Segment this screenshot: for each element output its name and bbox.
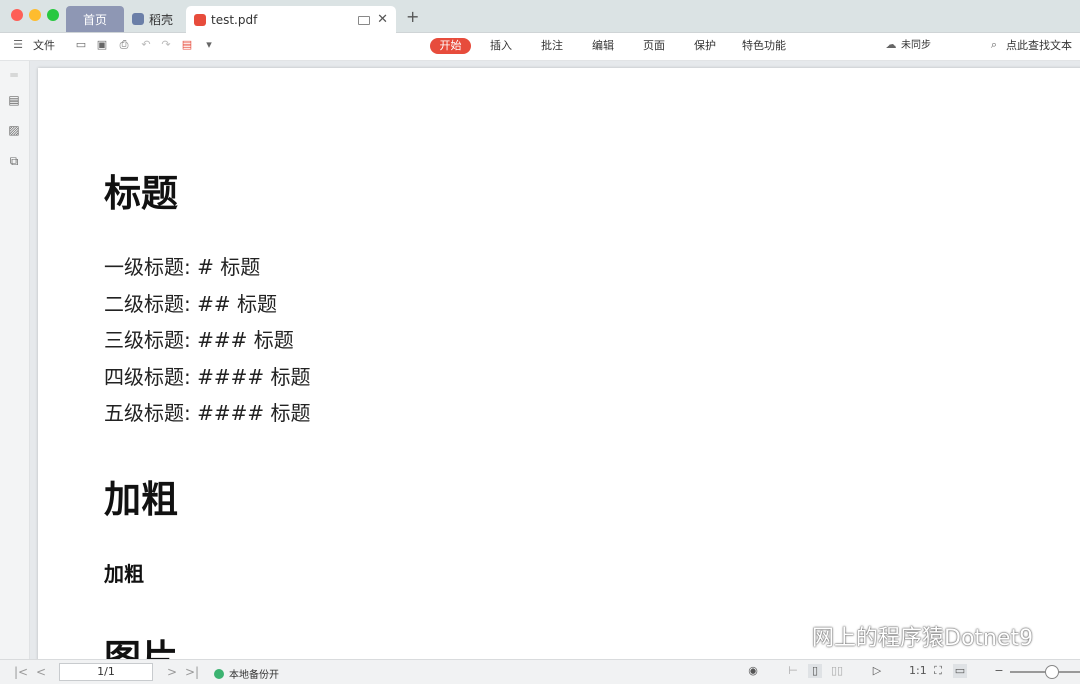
page-number-input[interactable]: 1/1 xyxy=(59,663,153,681)
undo-icon[interactable]: ↶ xyxy=(140,39,152,51)
backup-status[interactable]: 本地备份开 xyxy=(214,666,279,681)
heading-bold: 加粗 xyxy=(104,478,178,521)
export-pdf-icon[interactable]: ▤ xyxy=(181,39,193,51)
fit-width-icon[interactable]: ⊢ xyxy=(786,664,800,678)
document-area[interactable]: 标题 一级标题: # 标题 二级标题: ## 标题 三级标题: ### 标题 四… xyxy=(30,61,1080,659)
print-icon[interactable]: ⎙ xyxy=(118,39,130,51)
drag-handle-icon[interactable]: ═ xyxy=(7,68,21,82)
search-icon[interactable]: ⌕ xyxy=(988,39,1000,51)
zoom-out-icon[interactable]: − xyxy=(992,664,1006,678)
tab-home[interactable]: 首页 xyxy=(66,6,124,32)
actual-size-icon[interactable]: 1:1 xyxy=(909,664,927,678)
last-page-icon[interactable]: >| xyxy=(185,665,199,679)
text-line: 三级标题: ### 标题 xyxy=(104,328,294,352)
new-tab-icon[interactable]: + xyxy=(406,7,419,26)
left-sidebar: ═ ▤ ▨ ⧉ xyxy=(0,61,30,659)
redo-icon[interactable]: ↷ xyxy=(160,39,172,51)
sync-status[interactable]: 未同步 xyxy=(901,39,931,53)
eye-icon[interactable]: ◉ xyxy=(746,664,760,678)
save-icon[interactable]: ▣ xyxy=(96,39,108,51)
title-bar: 首页 稻壳 test.pdf ✕ + xyxy=(0,0,1080,33)
single-page-icon[interactable]: ▯ xyxy=(808,664,822,678)
pdf-page: 标题 一级标题: # 标题 二级标题: ## 标题 三级标题: ### 标题 四… xyxy=(38,68,1080,659)
pdf-icon xyxy=(194,13,206,26)
heading-title: 标题 xyxy=(104,172,178,215)
menu-protect[interactable]: 保护 xyxy=(694,39,716,53)
backup-icon xyxy=(214,668,224,679)
tab-home-label: 首页 xyxy=(82,12,107,27)
text-line: 二级标题: ## 标题 xyxy=(104,292,277,316)
attachment-icon[interactable]: ⧉ xyxy=(7,154,21,168)
first-page-icon[interactable]: |< xyxy=(14,665,28,679)
zoom-slider-handle[interactable] xyxy=(1045,665,1059,679)
status-bar: |< < 1/1 > >| 本地备份开 ◉ ⊢ ▯ ▯▯ ▷ 1:1 ⛶ ▭ − xyxy=(0,659,1080,684)
double-page-icon[interactable]: ▯▯ xyxy=(830,664,844,678)
menu-start[interactable]: 开始 xyxy=(430,38,471,54)
watermark: 网上的程序猿Dotnet9 xyxy=(812,626,1034,651)
toolbar: ☰ 文件 ▭ ▣ ⎙ ↶ ↷ ▤ ▾ 开始 插入 批注 编辑 页面 保护 特色功… xyxy=(0,33,1080,61)
cloud-sync-icon[interactable]: ☁ xyxy=(885,39,897,51)
text-line: 五级标题: #### 标题 xyxy=(104,401,311,425)
close-tab-icon[interactable]: ✕ xyxy=(377,12,388,27)
heading-image: 图片 xyxy=(104,637,178,659)
outline-icon[interactable]: ▤ xyxy=(7,93,21,107)
file-menu[interactable]: 文件 xyxy=(33,39,55,53)
menu-edit[interactable]: 编辑 xyxy=(592,39,614,53)
text-line: 一级标题: # 标题 xyxy=(104,255,261,279)
fit-width-active-icon[interactable]: ▭ xyxy=(953,664,967,678)
more-dropdown-icon[interactable]: ▾ xyxy=(203,39,215,51)
hamburger-menu-icon[interactable]: ☰ xyxy=(12,39,24,51)
menu-page[interactable]: 页面 xyxy=(643,39,665,53)
zoom-window-button[interactable] xyxy=(47,9,59,21)
thumbnail-icon[interactable]: ▨ xyxy=(7,123,21,137)
prev-page-icon[interactable]: < xyxy=(36,665,46,679)
fit-page-icon[interactable]: ⛶ xyxy=(931,664,945,678)
close-window-button[interactable] xyxy=(11,9,23,21)
next-page-icon[interactable]: > xyxy=(167,665,177,679)
menu-annotate[interactable]: 批注 xyxy=(541,39,563,53)
menu-features[interactable]: 特色功能 xyxy=(742,39,786,53)
tab-document[interactable]: test.pdf ✕ xyxy=(186,6,396,33)
tab-shell[interactable]: 稻壳 xyxy=(132,6,182,32)
play-icon[interactable]: ▷ xyxy=(870,664,884,678)
minimize-window-button[interactable] xyxy=(29,9,41,21)
open-folder-icon[interactable]: ▭ xyxy=(75,39,87,51)
backup-label: 本地备份开 xyxy=(229,670,279,681)
search-text[interactable]: 点此查找文本 xyxy=(1006,39,1072,53)
bold-text: 加粗 xyxy=(104,562,144,586)
tab-shell-label: 稻壳 xyxy=(149,12,174,27)
monitor-icon[interactable] xyxy=(358,16,370,25)
shell-icon xyxy=(132,13,144,25)
text-line: 四级标题: #### 标题 xyxy=(104,365,311,389)
tab-document-label: test.pdf xyxy=(211,12,258,27)
menu-insert[interactable]: 插入 xyxy=(490,39,512,53)
